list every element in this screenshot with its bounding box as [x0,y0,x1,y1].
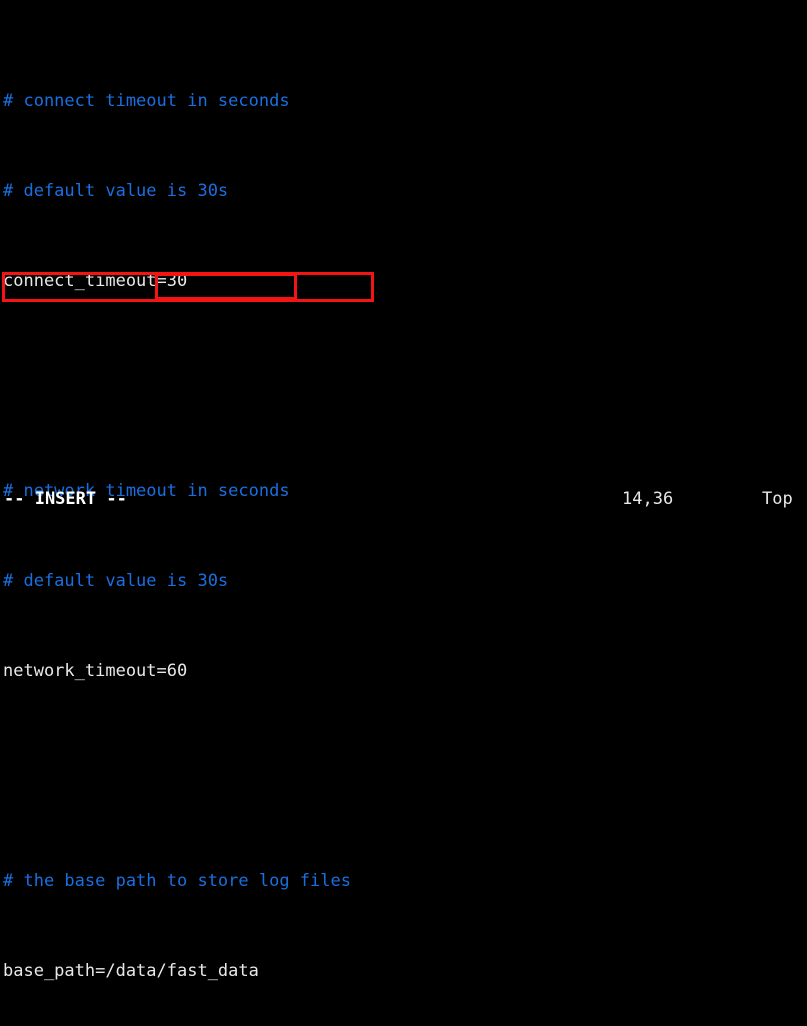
scroll-position-label: Top [762,489,793,509]
buffer-line: # default value is 30s [3,181,229,201]
buffer-line-blank [3,746,719,776]
buffer-line: # the base path to store log files [3,871,351,891]
vim-mode-indicator: -- INSERT -- [4,489,127,509]
buffer-line-blank [3,356,719,386]
buffer-line: # default value is 30s [3,571,229,591]
vim-status-bar: -- INSERT -- 14,36 Top [0,485,807,513]
buffer-line: network_timeout=60 [3,661,188,681]
cursor-position: 14,36 [622,489,674,509]
buffer-line: base_path=/data/fast_data [3,961,259,981]
buffer-line: connect_timeout=30 [3,271,188,291]
buffer-line: # connect timeout in seconds [3,91,290,111]
terminal-window: # connect timeout in seconds # default v… [0,0,807,981]
vim-buffer[interactable]: # connect timeout in seconds # default v… [3,0,719,1026]
